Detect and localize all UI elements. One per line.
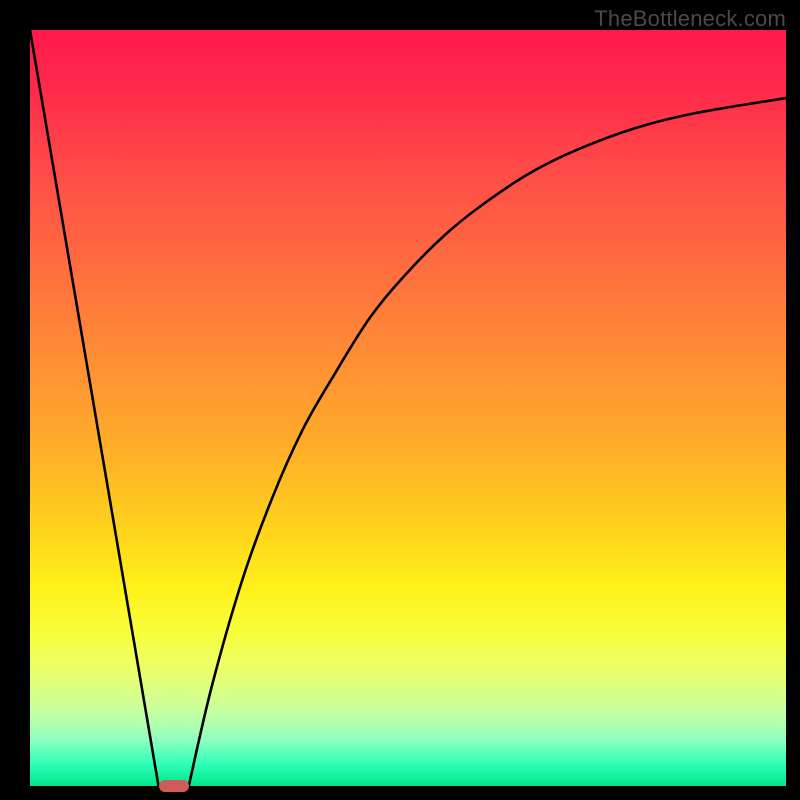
bottleneck-curve — [30, 30, 786, 786]
curve-left-branch — [30, 30, 159, 786]
chart-frame: TheBottleneck.com — [0, 0, 800, 800]
minimum-marker — [159, 780, 189, 792]
watermark-text: TheBottleneck.com — [594, 6, 786, 32]
curve-right-branch — [189, 98, 786, 786]
plot-area — [30, 30, 786, 786]
